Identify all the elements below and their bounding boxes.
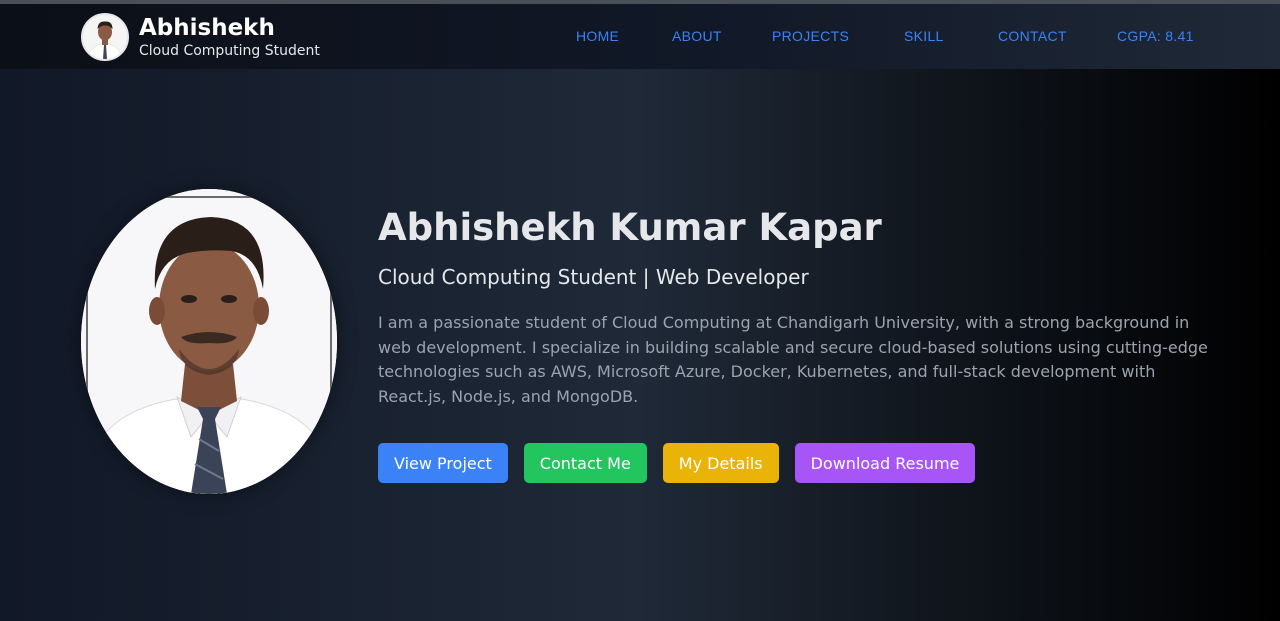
navbar: Abhishekh Cloud Computing Student HOME A… (0, 4, 1280, 69)
nav-link-contact[interactable]: CONTACT (998, 28, 1067, 44)
hero-name: Abhishekh Kumar Kapar (378, 206, 882, 249)
download-resume-button[interactable]: Download Resume (794, 443, 976, 483)
profile-photo (81, 189, 337, 494)
hero-bio: I am a passionate student of Cloud Compu… (378, 313, 1208, 406)
my-details-button[interactable]: My Details (662, 443, 779, 483)
nav-link-cgpa[interactable]: CGPA: 8.41 (1117, 28, 1194, 44)
hero-actions: View Project Contact Me My Details Downl… (378, 443, 1218, 483)
contact-me-button[interactable]: Contact Me (523, 443, 647, 483)
profile-photo-illustration (81, 189, 337, 494)
nav-link-about[interactable]: ABOUT (672, 28, 722, 44)
nav-menu: HOME ABOUT PROJECTS SKILL CONTACT CGPA: … (0, 4, 1280, 69)
nav-link-projects[interactable]: PROJECTS (772, 28, 849, 44)
view-project-button[interactable]: View Project (378, 443, 508, 483)
nav-link-skill[interactable]: SKILL (904, 28, 944, 44)
nav-link-home[interactable]: HOME (576, 28, 619, 44)
hero-section: Abhishekh Kumar Kapar Cloud Computing St… (378, 205, 1218, 483)
hero-role: Cloud Computing Student | Web Developer (378, 265, 809, 289)
